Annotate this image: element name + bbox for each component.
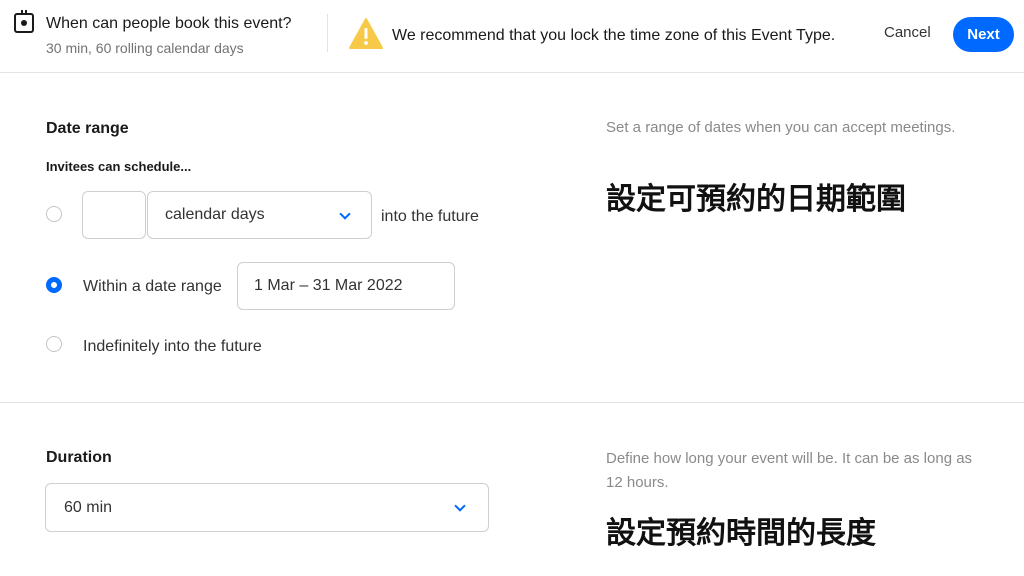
invitees-can-schedule-label: Invitees can schedule... <box>46 159 192 174</box>
radio-indefinitely[interactable] <box>46 336 62 352</box>
date-range-title: Date range <box>46 120 129 137</box>
days-count-input[interactable] <box>82 191 146 239</box>
header-subtitle: 30 min, 60 rolling calendar days <box>46 40 244 56</box>
date-range-value: 1 Mar – 31 Mar 2022 <box>254 277 403 294</box>
within-date-range-label: Within a date range <box>83 278 222 295</box>
header-bar: When can people book this event? 30 min,… <box>0 0 1024 73</box>
date-range-help-text: Set a range of dates when you can accept… <box>606 119 956 136</box>
date-range-input[interactable]: 1 Mar – 31 Mar 2022 <box>237 262 455 310</box>
radio-rolling-days[interactable] <box>46 206 62 222</box>
days-unit-select[interactable]: calendar days <box>147 191 372 239</box>
header-divider <box>327 14 328 52</box>
cancel-button[interactable]: Cancel <box>884 24 931 41</box>
duration-title: Duration <box>46 449 112 466</box>
header-title: When can people book this event? <box>46 15 292 32</box>
duration-value: 60 min <box>64 498 113 516</box>
timezone-warning-text: We recommend that you lock the time zone… <box>392 27 836 44</box>
date-range-annotation: 設定可預約的日期範圍 <box>606 182 906 217</box>
into-future-label: into the future <box>381 208 479 225</box>
next-button[interactable]: Next <box>953 17 1014 52</box>
duration-section: Duration 60 min Define how long your eve… <box>0 404 1024 576</box>
days-unit-value: calendar days <box>165 206 265 223</box>
duration-help-text: Define how long your event will be. It c… <box>606 450 973 491</box>
chevron-down-icon <box>454 500 466 512</box>
duration-select[interactable]: 60 min <box>45 483 489 532</box>
chevron-down-icon <box>339 208 351 220</box>
duration-annotation: 設定預約時間的長度 <box>606 516 876 551</box>
indefinitely-label: Indefinitely into the future <box>83 338 262 355</box>
date-range-section: Date range Invitees can schedule... cale… <box>0 73 1024 403</box>
warning-icon <box>349 18 383 49</box>
radio-within-date-range[interactable] <box>46 277 62 293</box>
calendar-icon <box>14 10 34 33</box>
